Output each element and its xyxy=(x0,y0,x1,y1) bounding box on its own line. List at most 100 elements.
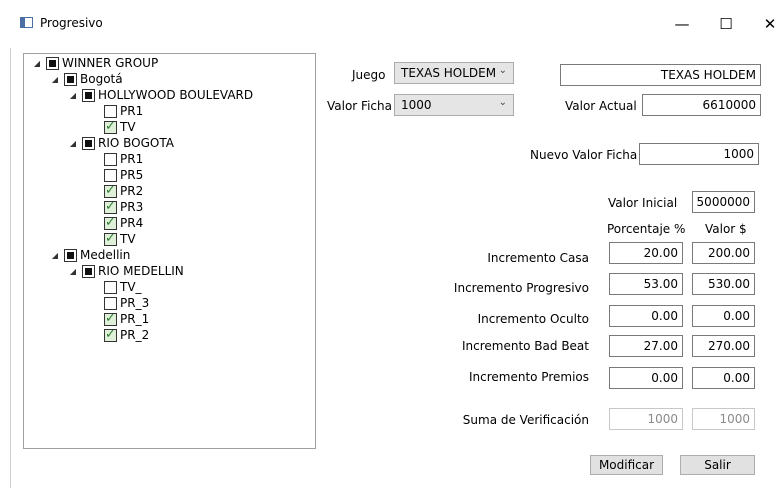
tree-node[interactable]: PR_1 xyxy=(104,311,149,327)
nuevo-valor-field[interactable]: 1000 xyxy=(639,143,759,165)
incremento-progresivo-pct-field[interactable]: 53.00 xyxy=(609,273,683,295)
tree-node[interactable]: ◢ Bogotá xyxy=(50,71,123,87)
tree-node[interactable]: PR_2 xyxy=(104,327,149,343)
suma-verificacion-valor-field: 1000 xyxy=(692,408,755,430)
salir-button[interactable]: Salir xyxy=(680,455,755,475)
nuevo-valor-label: Nuevo Valor Ficha xyxy=(530,148,638,162)
juego-selected-value: TEXAS HOLDEM xyxy=(401,66,497,80)
close-button[interactable]: ✕ xyxy=(750,9,782,39)
tree-checkbox[interactable] xyxy=(104,231,117,246)
juego-label: Juego xyxy=(352,68,386,82)
tree-node[interactable]: PR1 xyxy=(104,103,143,119)
incremento-premios-valor-field[interactable]: 0.00 xyxy=(692,367,755,389)
incremento-oculto-pct-field[interactable]: 0.00 xyxy=(609,305,683,327)
tree-checkbox[interactable] xyxy=(104,280,117,294)
tree-node[interactable]: TV xyxy=(104,231,136,247)
location-tree[interactable]: ◢ WINNER GROUP ◢ Bogotá ◢ HOLLYWOOD BOUL… xyxy=(23,53,316,449)
tree-node-label: HOLLYWOOD BOULEVARD xyxy=(98,88,254,102)
incremento-bad-beat-valor-field[interactable]: 270.00 xyxy=(692,335,755,357)
tree-checkbox[interactable] xyxy=(104,119,117,134)
tree-node-label: PR_3 xyxy=(120,296,150,310)
maximize-button[interactable]: ☐ xyxy=(706,9,746,39)
tree-checkbox[interactable] xyxy=(82,264,95,278)
incremento-bad-beat-pct-field[interactable]: 27.00 xyxy=(609,335,683,357)
tree-node[interactable]: PR3 xyxy=(104,199,143,215)
incremento-premios-label: Incremento Premios xyxy=(468,370,589,384)
tree-node[interactable]: PR5 xyxy=(104,167,143,183)
valor-inicial-field[interactable]: 5000000 xyxy=(692,191,755,213)
valor-ficha-combobox[interactable]: 1000 ⌄ xyxy=(394,94,514,116)
incremento-oculto-valor-field[interactable]: 0.00 xyxy=(692,305,755,327)
tree-node[interactable]: TV xyxy=(104,119,136,135)
expand-arrow-icon[interactable]: ◢ xyxy=(32,59,42,68)
incremento-premios-pct-field[interactable]: 0.00 xyxy=(609,367,683,389)
expand-arrow-icon[interactable]: ◢ xyxy=(68,267,78,276)
tree-checkbox[interactable] xyxy=(104,296,117,310)
valor-inicial-label: Valor Inicial xyxy=(608,196,678,210)
incremento-casa-pct-field[interactable]: 20.00 xyxy=(609,242,683,264)
tree-checkbox[interactable] xyxy=(104,311,117,326)
tree-checkbox[interactable] xyxy=(64,72,77,86)
expand-arrow-icon[interactable]: ◢ xyxy=(68,139,78,148)
tree-node[interactable]: ◢ HOLLYWOOD BOULEVARD xyxy=(68,87,253,103)
juego-combobox[interactable]: TEXAS HOLDEM ⌄ xyxy=(394,62,514,84)
tree-checkbox[interactable] xyxy=(104,327,117,342)
suma-verificacion-label: Suma de Verificación xyxy=(462,413,589,427)
column-header-porcentaje: Porcentaje % xyxy=(607,222,686,236)
tree-node[interactable]: PR2 xyxy=(104,183,143,199)
incremento-casa-label: Incremento Casa xyxy=(487,251,589,265)
tree-checkbox[interactable] xyxy=(64,248,77,262)
incremento-bad-beat-label: Incremento Bad Beat xyxy=(461,339,589,353)
column-header-valor: Valor $ xyxy=(705,222,747,236)
expand-arrow-icon[interactable]: ◢ xyxy=(50,75,60,84)
minimize-button[interactable]: — xyxy=(662,9,702,39)
tree-checkbox[interactable] xyxy=(104,152,117,166)
tree-node-label: PR3 xyxy=(120,200,144,214)
tree-node-label: Medellin xyxy=(80,248,131,262)
incremento-progresivo-label: Incremento Progresivo xyxy=(453,281,589,295)
tree-node[interactable]: TV_ xyxy=(104,279,142,295)
tree-node[interactable]: PR1 xyxy=(104,151,143,167)
tree-checkbox[interactable] xyxy=(104,199,117,214)
incremento-casa-valor-field[interactable]: 200.00 xyxy=(692,242,755,264)
tree-checkbox[interactable] xyxy=(104,183,117,198)
modificar-button[interactable]: Modificar xyxy=(590,455,663,475)
tree-checkbox[interactable] xyxy=(82,136,95,150)
tree-node[interactable]: PR_3 xyxy=(104,295,149,311)
tree-node-label: TV_ xyxy=(120,280,142,294)
expand-arrow-icon[interactable]: ◢ xyxy=(50,251,60,260)
valor-actual-label: Valor Actual xyxy=(565,99,637,113)
tree-node[interactable]: ◢ WINNER GROUP xyxy=(32,55,158,71)
tree-node-label: RIO MEDELLIN xyxy=(98,264,184,278)
chevron-down-icon: ⌄ xyxy=(498,65,507,76)
tree-node[interactable]: PR4 xyxy=(104,215,143,231)
tree-node-label: PR5 xyxy=(120,168,144,182)
window-border xyxy=(10,48,11,488)
expand-arrow-icon[interactable]: ◢ xyxy=(68,91,78,100)
valor-ficha-label: Valor Ficha xyxy=(327,99,392,113)
chevron-down-icon: ⌄ xyxy=(498,97,507,108)
tree-node-label: PR_2 xyxy=(120,328,150,342)
incremento-oculto-label: Incremento Oculto xyxy=(477,312,589,326)
tree-node-label: RIO BOGOTA xyxy=(98,136,174,150)
tree-node-label: Bogotá xyxy=(80,72,123,86)
tree-node-label: PR1 xyxy=(120,104,144,118)
tree-checkbox[interactable] xyxy=(104,215,117,230)
tree-node-label: PR4 xyxy=(120,216,144,230)
tree-node[interactable]: ◢ RIO BOGOTA xyxy=(68,135,174,151)
tree-node[interactable]: ◢ RIO MEDELLIN xyxy=(68,263,184,279)
tree-node-label: PR2 xyxy=(120,184,144,198)
juego-display-field[interactable]: TEXAS HOLDEM xyxy=(560,64,761,86)
tree-checkbox[interactable] xyxy=(82,88,95,102)
tree-node-label: PR_1 xyxy=(120,312,150,326)
tree-node[interactable]: ◢ Medellin xyxy=(50,247,130,263)
tree-checkbox[interactable] xyxy=(104,168,117,182)
app-window-icon xyxy=(20,17,33,28)
tree-checkbox[interactable] xyxy=(46,56,59,70)
tree-node-label: PR1 xyxy=(120,152,144,166)
title-bar: Progresivo — ☐ ✕ xyxy=(0,0,782,48)
incremento-progresivo-valor-field[interactable]: 530.00 xyxy=(692,273,755,295)
tree-checkbox[interactable] xyxy=(104,104,117,118)
window-title: Progresivo xyxy=(40,16,103,30)
valor-actual-field[interactable]: 6610000 xyxy=(642,94,761,116)
